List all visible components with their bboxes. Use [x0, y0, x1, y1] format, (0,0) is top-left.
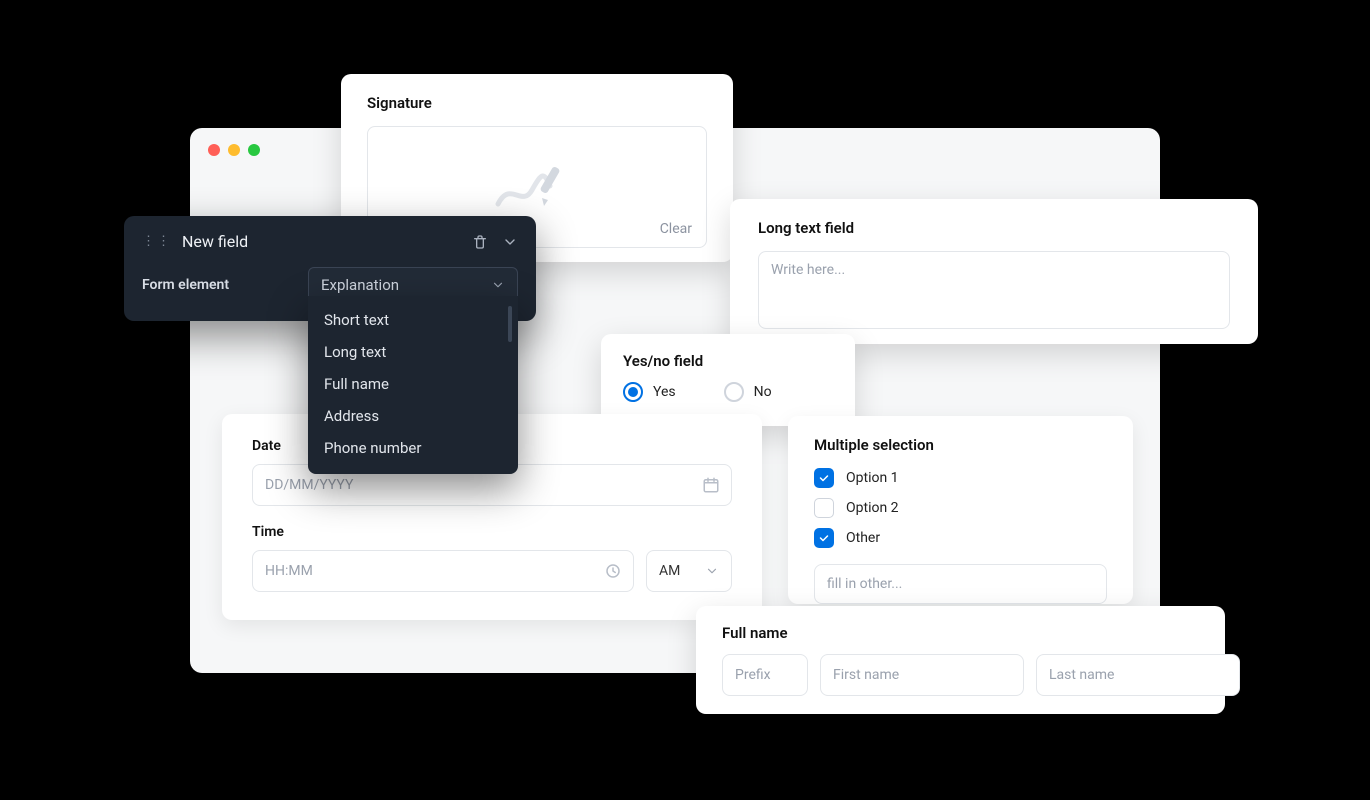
form-element-dropdown: Short text Long text Full name Address P… [308, 296, 518, 474]
maximize-window-icon[interactable] [248, 144, 260, 156]
full-name-title: Full name [722, 624, 1199, 642]
last-name-input[interactable] [1036, 654, 1240, 696]
signature-clear-button[interactable]: Clear [660, 221, 692, 237]
clock-icon[interactable] [604, 562, 622, 580]
minimize-window-icon[interactable] [228, 144, 240, 156]
radio-no-label: No [754, 384, 772, 400]
checkbox-option-1[interactable]: Option 1 [814, 468, 1107, 488]
other-input[interactable] [814, 564, 1107, 604]
multiple-selection-title: Multiple selection [814, 436, 1107, 454]
radio-circle-icon [724, 382, 744, 402]
drag-handle-icon[interactable]: ⋮⋮ [142, 235, 172, 248]
calendar-icon[interactable] [702, 476, 720, 494]
form-element-value: Explanation [321, 276, 399, 294]
checkbox-option-2[interactable]: Option 2 [814, 498, 1107, 518]
long-text-title: Long text field [758, 219, 1230, 237]
signature-title: Signature [367, 94, 707, 112]
radio-yes-label: Yes [653, 384, 676, 400]
chevron-down-icon [705, 564, 719, 578]
yes-no-title: Yes/no field [623, 352, 833, 370]
window-traffic-lights [208, 144, 260, 156]
checkbox-label: Other [846, 530, 880, 546]
dropdown-option-full-name[interactable]: Full name [308, 368, 518, 400]
dropdown-option-phone-number[interactable]: Phone number [308, 432, 518, 464]
time-label: Time [252, 524, 732, 540]
new-field-title: New field [182, 232, 248, 251]
long-text-card: Long text field [730, 199, 1258, 344]
long-text-input[interactable] [758, 251, 1230, 329]
checkbox-label: Option 1 [846, 470, 899, 486]
signature-icon [492, 160, 582, 214]
checkbox-label: Option 2 [846, 500, 899, 516]
ampm-value: AM [659, 563, 680, 579]
ampm-select[interactable]: AM [646, 550, 732, 592]
time-input[interactable] [252, 550, 634, 592]
full-name-card: Full name [696, 606, 1225, 714]
dropdown-option-address[interactable]: Address [308, 400, 518, 432]
first-name-input[interactable] [820, 654, 1024, 696]
checkbox-icon [814, 468, 834, 488]
dropdown-scrollbar[interactable] [508, 306, 512, 342]
dropdown-option-long-text[interactable]: Long text [308, 336, 518, 368]
form-element-label: Form element [142, 277, 229, 293]
radio-no[interactable]: No [724, 382, 772, 402]
dropdown-option-short-text[interactable]: Short text [308, 304, 518, 336]
chevron-down-icon [491, 278, 505, 292]
yes-no-card: Yes/no field Yes No [601, 334, 855, 426]
radio-yes[interactable]: Yes [623, 382, 676, 402]
checkbox-other[interactable]: Other [814, 528, 1107, 548]
multiple-selection-card: Multiple selection Option 1 Option 2 Oth… [788, 416, 1133, 604]
checkbox-icon [814, 528, 834, 548]
collapse-icon[interactable] [502, 234, 518, 250]
close-window-icon[interactable] [208, 144, 220, 156]
prefix-input[interactable] [722, 654, 808, 696]
radio-circle-icon [623, 382, 643, 402]
checkbox-icon [814, 498, 834, 518]
trash-icon[interactable] [472, 234, 488, 250]
